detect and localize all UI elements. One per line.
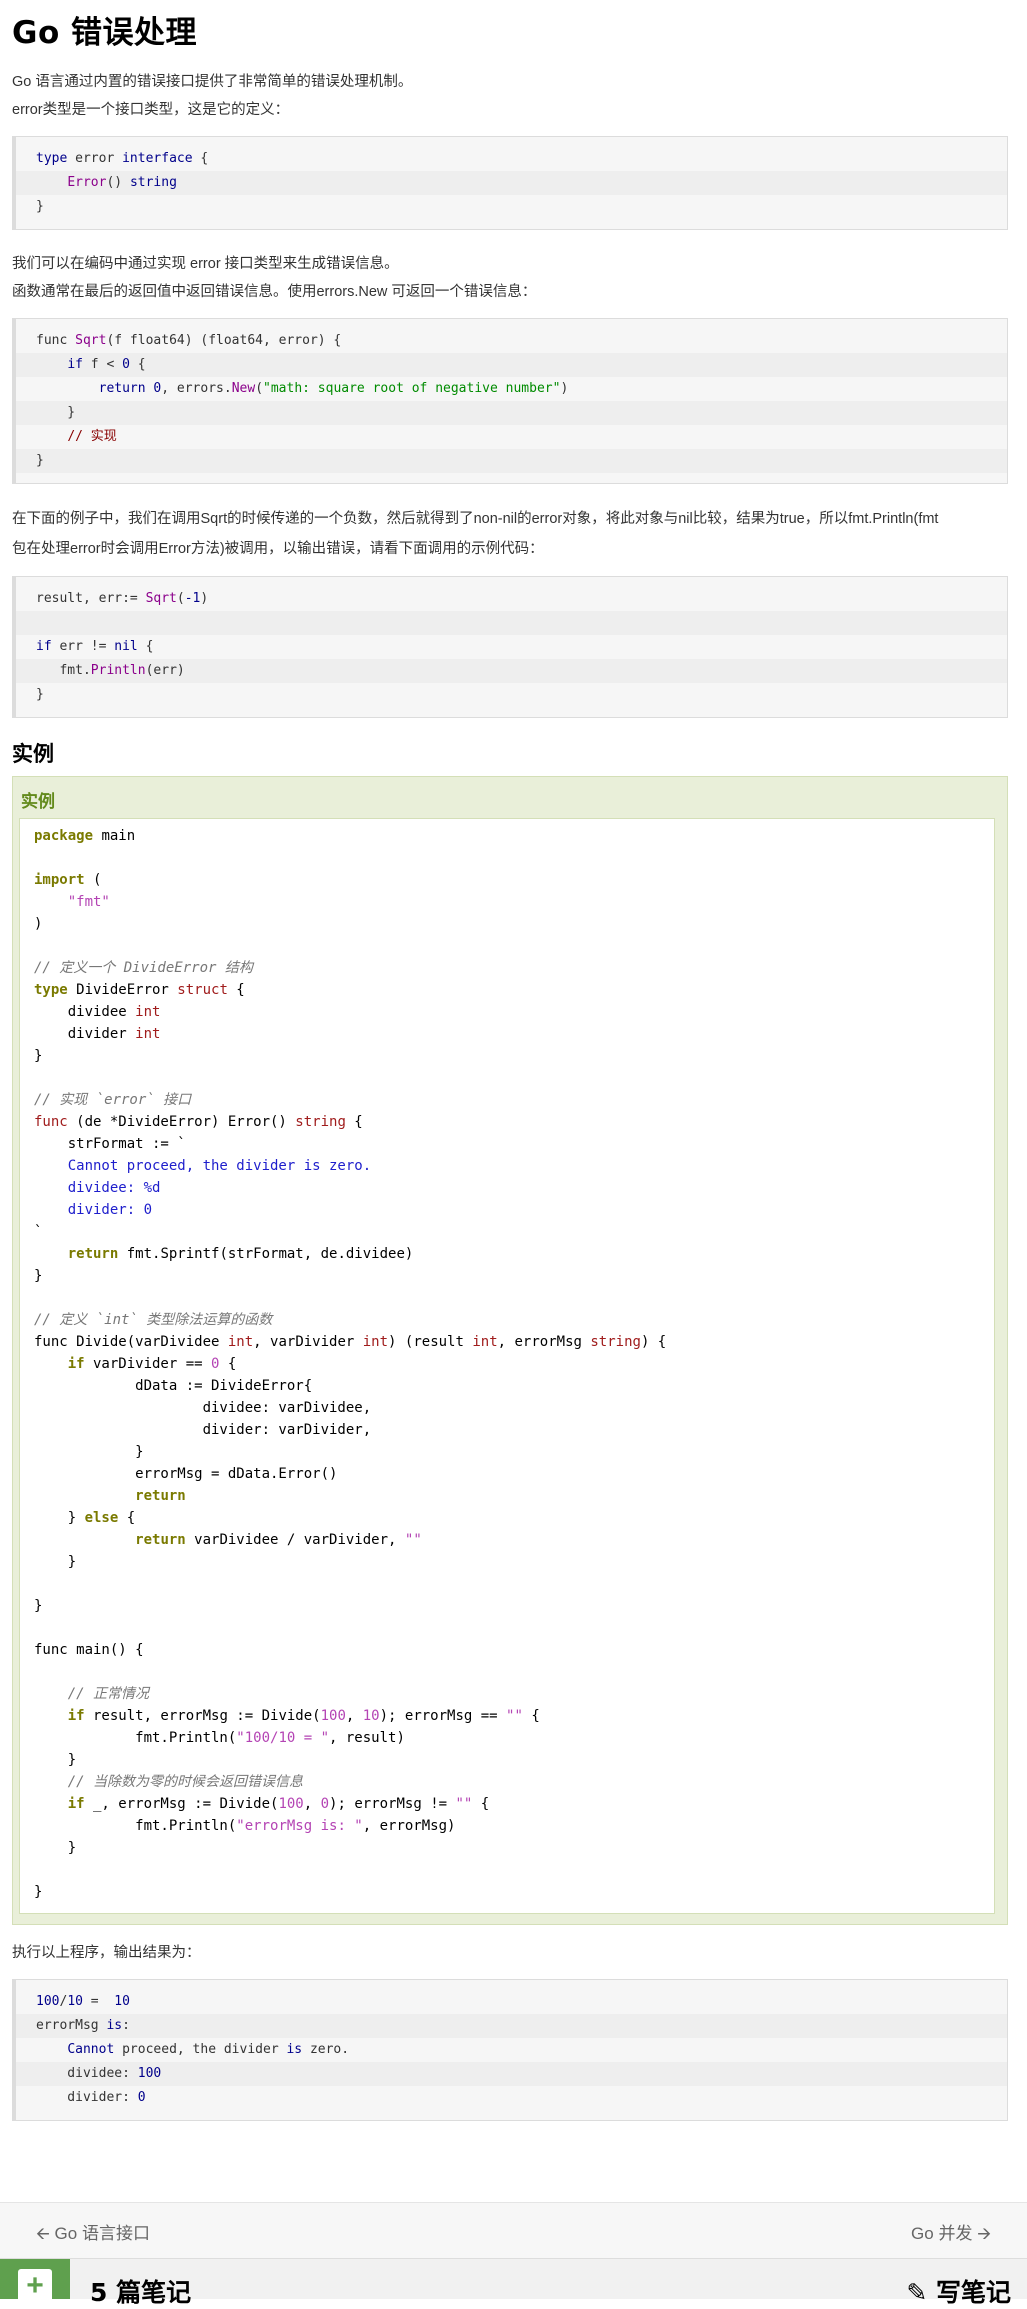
- code-line: divider: 0: [34, 1202, 153, 1218]
- next-link-label: Go 并发: [911, 2224, 973, 2243]
- code-block-call: result, err:= Sqrt(-1) if err != nil { f…: [12, 576, 1008, 718]
- code-line: "fmt": [67, 894, 110, 910]
- prev-link-label: Go 语言接口: [54, 2224, 150, 2243]
- code-line: result, err:= Sqrt(-1): [36, 591, 209, 606]
- code-line: fmt.Println("errorMsg is: ", errorMsg): [34, 1818, 456, 1834]
- code-line: divider int: [34, 1026, 161, 1042]
- next-link[interactable]: Go 并发 🡪: [911, 2219, 991, 2250]
- code-line: } else {: [34, 1510, 136, 1526]
- code-line: func main() {: [34, 1642, 144, 1658]
- arrow-left-icon: 🡨: [36, 2224, 50, 2243]
- code-line: dividee: 100: [16, 2062, 1007, 2086]
- code-line: func Sqrt(f float64) (float64, error) {: [36, 333, 342, 348]
- code-line: }: [34, 1268, 43, 1284]
- code-line: fmt.Println(err): [16, 659, 1007, 683]
- code-line: dividee: %d: [34, 1180, 161, 1196]
- code-line: dividee int: [34, 1004, 161, 1020]
- code-line: func Divide(varDividee int, varDivider i…: [34, 1334, 667, 1350]
- code-line: }: [34, 1752, 77, 1768]
- prev-next-nav: 🡨 Go 语言接口 Go 并发 🡪: [0, 2202, 1027, 2259]
- para3-line-2: 包在处理error时会调用Error方法)被调用，以输出错误，请看下面调用的示例…: [12, 541, 544, 557]
- code-line: }: [34, 1554, 77, 1570]
- code-block-output: 100/10 = 10 errorMsg is: Cannot proceed,…: [12, 1979, 1008, 2121]
- arrow-right-icon: 🡪: [977, 2224, 991, 2243]
- notes-count[interactable]: 5 篇笔记: [90, 2273, 191, 2309]
- code-line: `: [34, 1224, 43, 1240]
- write-note-label: 写笔记: [935, 2278, 1011, 2307]
- code-line: }: [16, 401, 1007, 425]
- code-line: errorMsg is:: [16, 2014, 1007, 2038]
- code-line: [16, 611, 1007, 635]
- code-line: if varDivider == 0 {: [67, 1356, 237, 1372]
- write-note-button[interactable]: ✎ 写笔记: [906, 2273, 1011, 2309]
- code-line: if _, errorMsg := Divide(100, 0); errorM…: [67, 1796, 490, 1812]
- code-line: return fmt.Sprintf(strFormat, de.dividee…: [67, 1246, 414, 1262]
- code-block-error-interface: type error interface { Error() string }: [12, 136, 1008, 230]
- code-block-sqrt: func Sqrt(f float64) (float64, error) { …: [12, 318, 1008, 484]
- code-line: Cannot proceed, the divider is zero.: [34, 1158, 372, 1174]
- intro-line-2: error类型是一个接口类型，这是它的定义：: [12, 102, 290, 118]
- code-line: dividee: varDividee,: [34, 1400, 372, 1416]
- code-line: type DivideError struct {: [34, 982, 245, 998]
- page-title: Go 错误处理: [12, 15, 198, 51]
- code-line: if result, errorMsg := Divide(100, 10); …: [67, 1708, 540, 1724]
- example-box: 实例 package main import ( "fmt" ) // 定义一个…: [12, 776, 1008, 1925]
- code-line: }: [16, 449, 1007, 473]
- code-line: // 当除数为零的时候会返回错误信息: [67, 1774, 304, 1790]
- code-line: }: [34, 1048, 43, 1064]
- code-line: fmt.Println("100/10 = ", result): [34, 1730, 405, 1746]
- prev-link[interactable]: 🡨 Go 语言接口: [36, 2219, 150, 2250]
- para3-line-1: 在下面的例子中，我们在调用Sqrt的时候传递的一个负数，然后就得到了non-ni…: [12, 511, 939, 527]
- code-line: }: [36, 687, 44, 702]
- code-line: dData := DivideError{: [34, 1378, 313, 1394]
- code-line: // 正常情况: [67, 1686, 150, 1702]
- code-line: func (de *DivideError) Error() string {: [34, 1114, 363, 1130]
- code-line: }: [34, 1840, 77, 1856]
- code-line: }: [34, 1884, 43, 1900]
- example-code: package main import ( "fmt" ) // 定义一个 Di…: [19, 818, 995, 1914]
- edit-icon: ✎: [906, 2278, 928, 2307]
- code-line: return: [135, 1488, 186, 1504]
- code-line: // 定义 `int` 类型除法运算的函数: [34, 1312, 273, 1328]
- plus-icon: +: [18, 2269, 52, 2302]
- para4: 执行以上程序，输出结果为：: [12, 1945, 201, 1961]
- code-line: package main: [34, 828, 136, 844]
- code-line: Cannot proceed, the divider is zero.: [67, 2042, 350, 2057]
- code-line: divider: 0: [36, 2090, 146, 2105]
- code-line: }: [34, 1444, 144, 1460]
- code-line: }: [34, 1598, 43, 1614]
- code-line: }: [36, 199, 44, 214]
- code-line: return 0, errors.New("math: square root …: [98, 381, 569, 396]
- code-line: // 实现 `error` 接口: [34, 1092, 192, 1108]
- example-label: 实例: [21, 792, 55, 812]
- code-line: return varDividee / varDivider, "": [135, 1532, 422, 1548]
- notes-bar: + 5 篇笔记 ✎ 写笔记: [0, 2258, 1027, 2307]
- code-line: if err != nil {: [36, 639, 154, 654]
- section-heading-example: 实例: [12, 742, 54, 766]
- code-line: strFormat := `: [34, 1136, 186, 1152]
- intro-line-1: Go 语言通过内置的错误接口提供了非常简单的错误处理机制。: [12, 74, 413, 90]
- code-line: import (: [34, 872, 102, 888]
- code-line: ): [34, 916, 43, 932]
- code-line: // 实现: [67, 429, 117, 444]
- code-line: // 定义一个 DivideError 结构: [34, 960, 253, 976]
- para2-line-2: 函数通常在最后的返回值中返回错误信息。使用errors.New 可返回一个错误信…: [12, 284, 537, 300]
- code-line: if f < 0 {: [16, 353, 1007, 377]
- add-note-button[interactable]: +: [0, 2259, 70, 2302]
- code-line: type error interface {: [36, 151, 209, 166]
- code-line: Error() string: [16, 171, 1007, 195]
- para2-line-1: 我们可以在编码中通过实现 error 接口类型来生成错误信息。: [12, 256, 399, 272]
- code-line: divider: varDivider,: [34, 1422, 372, 1438]
- code-line: errorMsg = dData.Error(): [34, 1466, 338, 1482]
- code-line: 100/10 = 10: [36, 1994, 130, 2009]
